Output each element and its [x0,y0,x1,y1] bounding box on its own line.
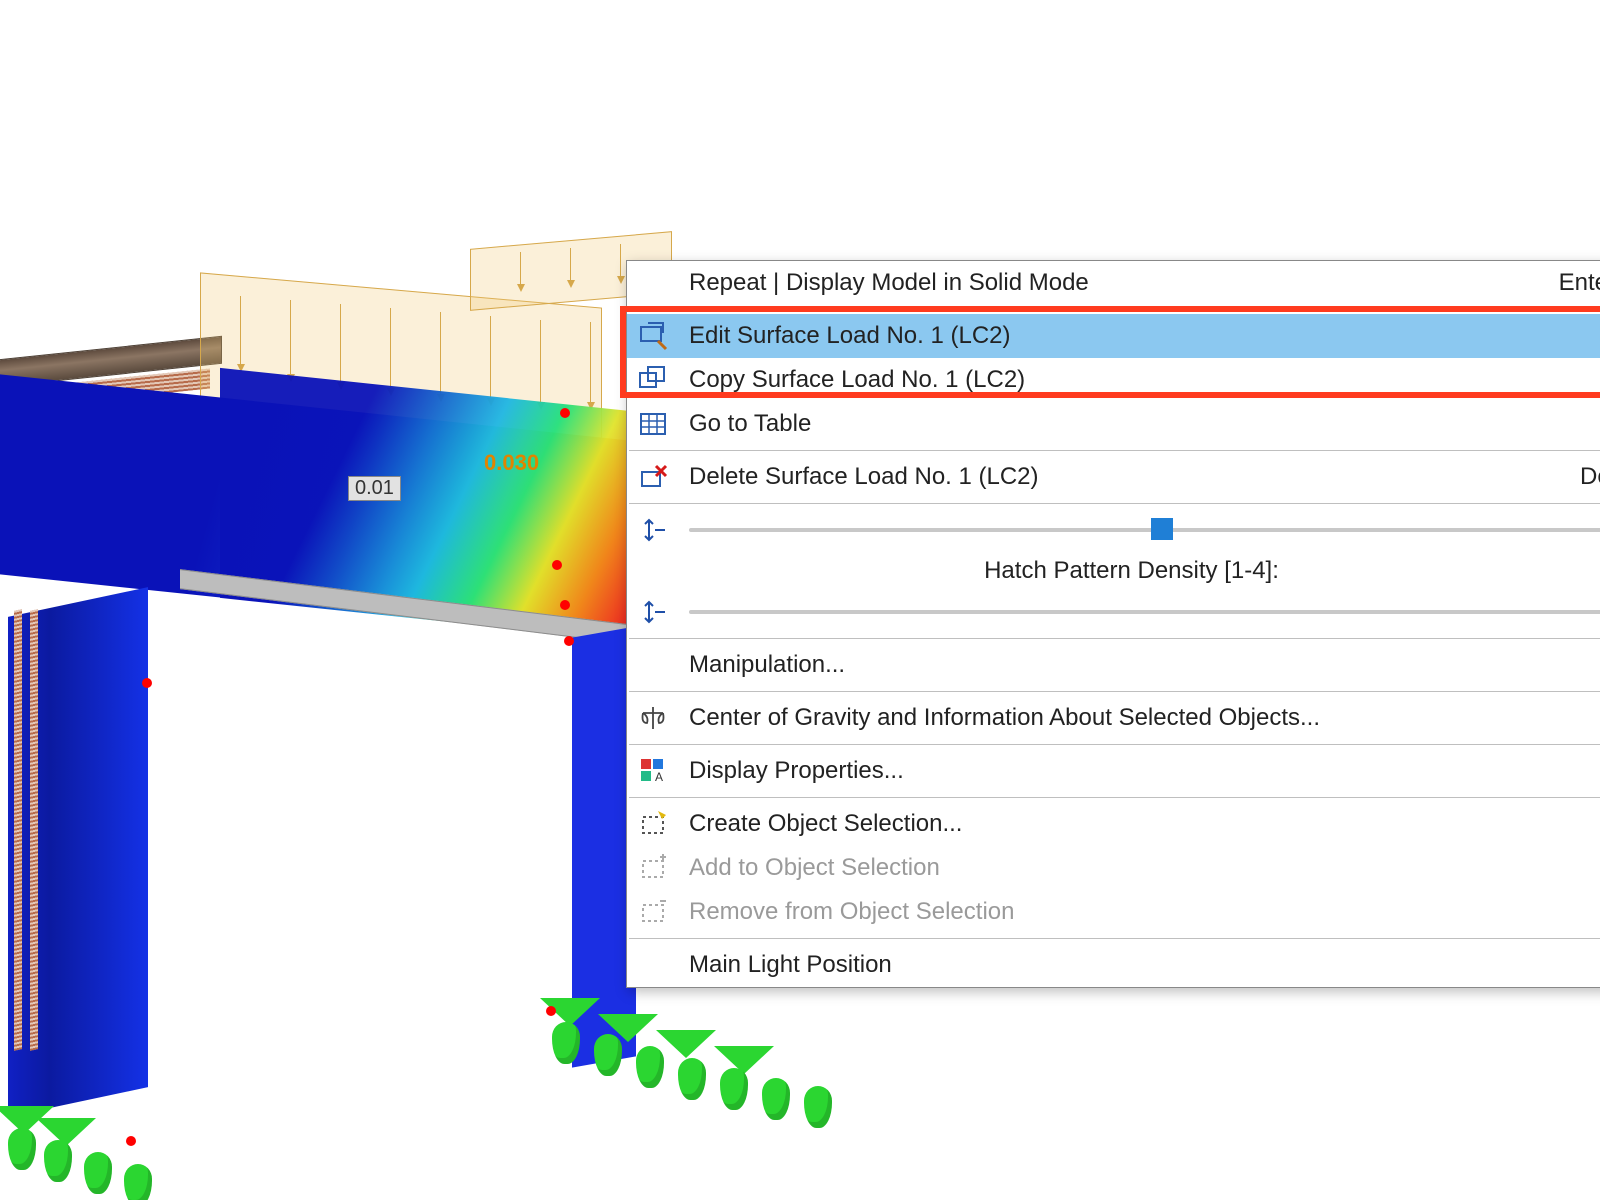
menu-item-remove-from-object-selection: Remove from Object Selection [627,890,1600,934]
blank-icon [635,647,671,683]
menu-label: Display Properties... [689,757,1600,785]
context-menu[interactable]: Repeat | Display Model in Solid Mode Ent… [626,260,1600,988]
menu-item-center-of-gravity[interactable]: Center of Gravity and Information About … [627,696,1600,740]
support-icon [720,1068,748,1110]
menu-label: Delete Surface Load No. 1 (LC2) [689,463,1540,491]
support-icon [656,1030,716,1058]
menu-item-repeat[interactable]: Repeat | Display Model in Solid Mode Ent… [627,261,1600,305]
load-arrow-icon [520,252,521,286]
support-icon [8,1128,36,1170]
node-icon [560,408,570,418]
menu-item-create-object-selection[interactable]: Create Object Selection... [627,802,1600,846]
menu-separator [629,691,1600,692]
slider-thumb[interactable] [1151,518,1173,540]
menu-item-go-to-table[interactable]: Go to Table [627,402,1600,446]
copy-load-icon [635,362,671,398]
add-selection-icon [635,850,671,886]
load-arrow-icon [240,296,241,366]
slider-track[interactable] [689,528,1600,532]
load-arrow-icon [440,312,441,396]
load-arrow-icon [290,300,291,376]
support-icon [762,1078,790,1120]
menu-item-manipulation[interactable]: Manipulation... [627,643,1600,687]
support-icon [714,1046,774,1074]
support-icon [84,1152,112,1194]
wall [8,587,148,1117]
menu-separator [629,309,1600,310]
menu-separator [629,744,1600,745]
menu-label: Create Object Selection... [689,810,1600,838]
table-icon [635,406,671,442]
menu-separator [629,450,1600,451]
blank-icon [635,947,671,983]
node-icon [552,560,562,570]
load-arrow-icon [620,244,621,278]
support-icon [594,1034,622,1076]
display-properties-icon: A [635,753,671,789]
wall-rebar [14,609,22,1051]
dimension-label: 0.030 [484,450,539,476]
menu-label: Repeat | Display Model in Solid Mode [689,269,1519,297]
support-icon [124,1164,152,1200]
hatch-density-label: Hatch Pattern Density [1-4]: [627,552,1600,590]
load-arrow-icon [390,308,391,390]
load-arrow-icon [570,248,571,282]
menu-item-display-properties[interactable]: A Display Properties... [627,749,1600,793]
menu-item-delete-surface-load[interactable]: Delete Surface Load No. 1 (LC2) Del [627,455,1600,499]
load-arrow-icon [490,316,491,400]
value-label: 0.01 [348,476,401,501]
load-arrow-icon [340,304,341,384]
wall-rebar [30,609,38,1051]
load-arrow-icon [590,322,591,404]
menu-item-copy-surface-load[interactable]: Copy Surface Load No. 1 (LC2) [627,358,1600,402]
support-icon [44,1140,72,1182]
menu-separator [629,503,1600,504]
edit-load-icon [635,318,671,354]
menu-label: Manipulation... [689,651,1600,679]
support-icon [678,1058,706,1100]
menu-item-edit-surface-load[interactable]: Edit Surface Load No. 1 (LC2) [627,314,1600,358]
menu-label: Center of Gravity and Information About … [689,704,1600,732]
support-icon [804,1086,832,1128]
menu-label: Remove from Object Selection [689,898,1600,926]
remove-selection-icon [635,894,671,930]
hatch-density-slider[interactable] [627,590,1600,634]
node-icon [142,678,152,688]
vertical-adjust-icon [635,512,671,548]
menu-item-main-light-position[interactable]: Main Light Position [627,943,1600,987]
menu-label: Add to Object Selection [689,854,1600,882]
menu-separator [629,638,1600,639]
node-icon [560,600,570,610]
node-icon [546,1006,556,1016]
menu-separator [629,797,1600,798]
node-icon [126,1136,136,1146]
vertical-adjust-icon [635,594,671,630]
menu-shortcut: Enter [1559,269,1600,297]
blank-icon [635,265,671,301]
delete-load-icon [635,459,671,495]
menu-separator [629,938,1600,939]
menu-label: Copy Surface Load No. 1 (LC2) [689,366,1600,394]
menu-label: Edit Surface Load No. 1 (LC2) [689,322,1600,350]
menu-label: Hatch Pattern Density [1-4]: [984,557,1279,585]
create-selection-icon [635,806,671,842]
menu-label: Main Light Position [689,951,1600,979]
slider-track[interactable] [689,610,1600,614]
load-arrow-icon [540,320,541,404]
menu-shortcut: Del [1580,463,1600,491]
menu-label: Go to Table [689,410,1600,438]
svg-text:A: A [655,770,663,784]
node-icon [564,636,574,646]
support-icon [636,1046,664,1088]
load-display-slider[interactable] [627,508,1600,552]
balance-scale-icon [635,700,671,736]
menu-item-add-to-object-selection: Add to Object Selection [627,846,1600,890]
